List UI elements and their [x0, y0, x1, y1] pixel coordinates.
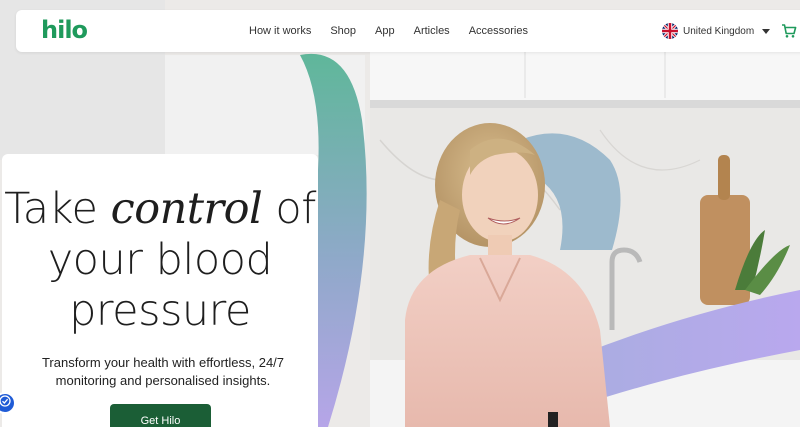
- hero-title: Take control of your blood pressure: [2, 184, 318, 337]
- nav-link-accessories[interactable]: Accessories: [469, 25, 528, 37]
- chevron-down-icon: [762, 28, 771, 34]
- nav-link-how-it-works[interactable]: How it works: [249, 25, 311, 37]
- hilo-logo[interactable]: hilo: [41, 14, 88, 46]
- get-hilo-button[interactable]: Get Hilo: [110, 404, 211, 427]
- nav-link-app[interactable]: App: [375, 25, 395, 37]
- locale-label: United Kingdom: [683, 25, 755, 37]
- nav-link-shop[interactable]: Shop: [330, 25, 356, 37]
- hero-title-part1: Take: [4, 184, 111, 234]
- cart-icon[interactable]: [781, 23, 797, 44]
- hero-card: Take control of your blood pressure Tran…: [2, 154, 318, 427]
- nav-link-articles[interactable]: Articles: [414, 25, 450, 37]
- main-nav: How it works Shop App Articles Accessori…: [249, 10, 547, 52]
- hero-subtitle: Transform your health with effortless, 2…: [41, 355, 285, 388]
- uk-flag-icon: [662, 23, 678, 39]
- hero-title-emphasis: control: [110, 184, 263, 234]
- locale-selector[interactable]: United Kingdom: [662, 21, 771, 41]
- top-navigation-bar: hilo How it works Shop App Articles Acce…: [16, 10, 800, 52]
- accessibility-icon: [0, 394, 11, 412]
